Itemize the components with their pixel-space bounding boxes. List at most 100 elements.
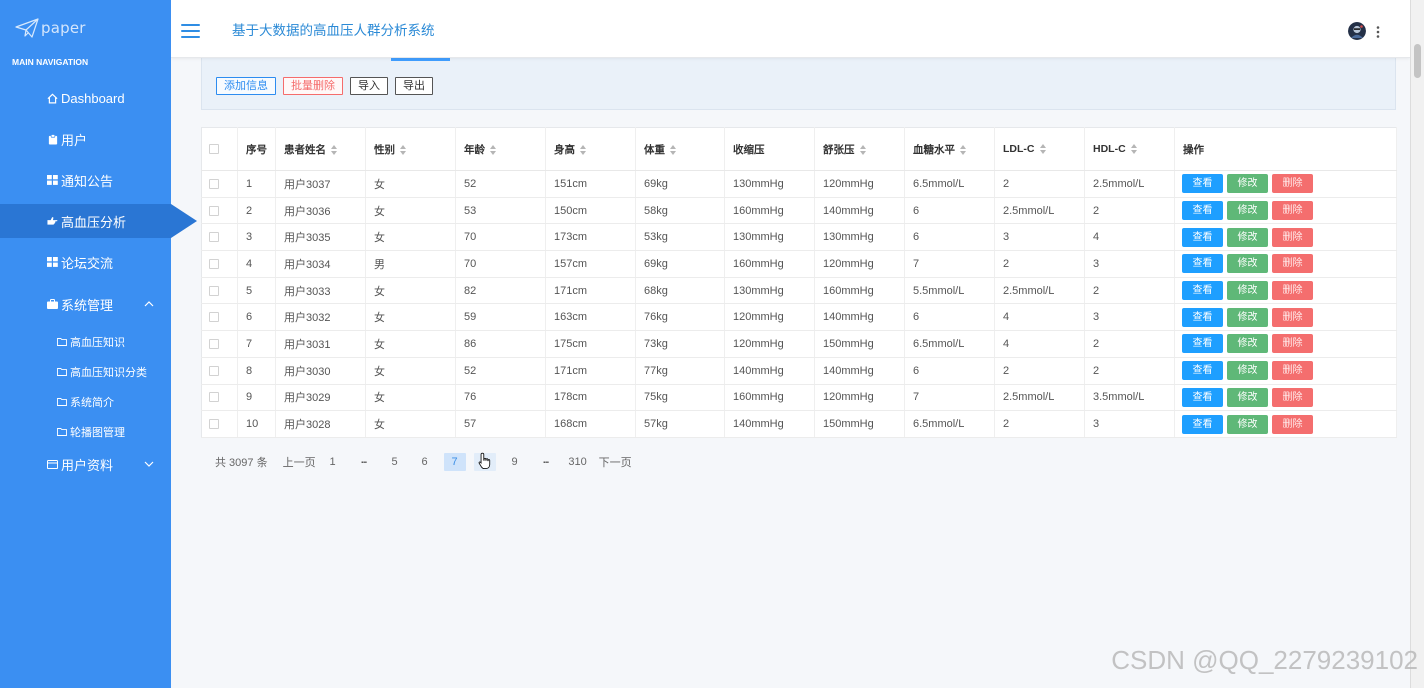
sort-icon[interactable] (960, 144, 967, 155)
view-button[interactable]: 查看 (1182, 334, 1223, 354)
select-all-checkbox[interactable] (209, 144, 219, 155)
column-header-label: 患者姓名 (284, 143, 326, 156)
pagination-page[interactable]: 6 (414, 453, 436, 471)
delete-button[interactable]: 删除 (1272, 281, 1313, 301)
column-header-gender[interactable]: 性别 (365, 127, 456, 171)
sort-icon[interactable] (490, 144, 497, 155)
sidebar-item-hypertension-analysis[interactable]: 高血压分析 (0, 204, 197, 238)
column-header-label: 血糖水平 (913, 143, 955, 156)
row-checkbox[interactable] (209, 419, 219, 430)
scrollbar-thumb[interactable] (1414, 44, 1421, 78)
pagination-current-page[interactable]: 7 (443, 453, 466, 471)
cell-age: 52 (455, 170, 546, 198)
row-checkbox[interactable] (209, 259, 219, 269)
pagination-page[interactable]: 5 (384, 453, 406, 471)
sort-icon[interactable] (859, 144, 867, 155)
edit-button[interactable]: 修改 (1227, 281, 1268, 301)
sidebar-item-users[interactable]: 用户 (0, 122, 171, 156)
sort-icon[interactable] (1130, 144, 1138, 155)
view-button[interactable]: 查看 (1182, 254, 1223, 274)
chevron-up-icon[interactable] (144, 301, 154, 307)
vertical-scrollbar[interactable] (1410, 0, 1424, 688)
sort-icon[interactable] (400, 144, 407, 155)
column-header-weight[interactable]: 体重 (635, 127, 725, 171)
sidebar-subitem-system-intro[interactable]: 系统简介 (0, 388, 171, 416)
row-checkbox[interactable] (209, 178, 219, 189)
sort-icon[interactable] (670, 144, 677, 155)
edit-button[interactable]: 修改 (1227, 227, 1268, 247)
sidebar-item-forum[interactable]: 论坛交流 (0, 245, 171, 279)
sidebar-subitem-knowledge-category[interactable]: 高血压知识分类 (0, 358, 171, 386)
cell-height: 173cm (545, 223, 636, 252)
export-button[interactable]: 导出 (395, 77, 433, 95)
cell-blood-glucose: 5.5mmol/L (904, 277, 995, 305)
row-checkbox[interactable] (209, 339, 219, 350)
edit-button[interactable]: 修改 (1227, 334, 1268, 354)
hamburger-icon[interactable] (181, 24, 200, 38)
sidebar-item-notices[interactable]: 通知公告 (0, 163, 171, 197)
view-button[interactable]: 查看 (1182, 387, 1223, 407)
delete-button[interactable]: 删除 (1272, 227, 1313, 247)
view-button[interactable]: 查看 (1182, 174, 1223, 194)
pagination-next-button[interactable]: 下一页 (599, 454, 632, 470)
row-checkbox[interactable] (209, 312, 219, 323)
cell-systolic-bp: 120mmHg (724, 330, 815, 358)
pagination-prev-button[interactable]: 上一页 (283, 454, 316, 470)
delete-button[interactable]: 删除 (1272, 307, 1313, 327)
edit-button[interactable]: 修改 (1227, 254, 1268, 274)
row-checkbox[interactable] (209, 392, 219, 403)
pagination-page-hovered[interactable] (473, 452, 496, 471)
view-button[interactable]: 查看 (1182, 281, 1223, 301)
chevron-down-icon[interactable] (144, 461, 154, 467)
more-vertical-icon[interactable] (1374, 25, 1382, 38)
avatar[interactable] (1348, 22, 1366, 40)
row-checkbox[interactable] (209, 365, 219, 376)
delete-button[interactable]: 删除 (1272, 387, 1313, 407)
sidebar-item-system-management[interactable]: 系统管理 (0, 287, 171, 321)
row-checkbox[interactable] (209, 205, 219, 216)
pagination-page[interactable]: 1 (322, 453, 344, 471)
edit-button[interactable]: 修改 (1227, 361, 1268, 381)
column-header-diastolic-bp[interactable]: 舒张压 (814, 127, 905, 171)
column-header-height[interactable]: 身高 (545, 127, 636, 171)
column-header-ldl-c[interactable]: LDL-C (994, 127, 1085, 171)
column-header-blood-glucose[interactable]: 血糖水平 (904, 127, 995, 171)
delete-button[interactable]: 删除 (1272, 254, 1313, 274)
add-info-button[interactable]: 添加信息 (216, 77, 276, 95)
cell-blood-glucose: 6.5mmol/L (904, 410, 995, 438)
import-button[interactable]: 导入 (350, 77, 388, 95)
sidebar-subitem-carousel-management[interactable]: 轮播图管理 (0, 418, 171, 446)
view-button[interactable]: 查看 (1182, 227, 1223, 247)
view-button[interactable]: 查看 (1182, 414, 1223, 434)
delete-button[interactable]: 删除 (1272, 201, 1313, 221)
sort-icon[interactable] (331, 144, 338, 155)
edit-button[interactable]: 修改 (1227, 174, 1268, 194)
view-button[interactable]: 查看 (1182, 307, 1223, 327)
edit-button[interactable]: 修改 (1227, 201, 1268, 221)
sidebar-item-dashboard[interactable]: Dashboard (0, 81, 171, 115)
delete-button[interactable]: 删除 (1272, 334, 1313, 354)
column-header-patient-name[interactable]: 患者姓名 (275, 127, 366, 171)
edit-button[interactable]: 修改 (1227, 307, 1268, 327)
column-header-systolic-bp: 收缩压 (724, 127, 815, 171)
view-button[interactable]: 查看 (1182, 201, 1223, 221)
delete-button[interactable]: 删除 (1272, 174, 1313, 194)
edit-button[interactable]: 修改 (1227, 387, 1268, 407)
sort-icon[interactable] (580, 144, 587, 155)
sort-icon[interactable] (1039, 144, 1047, 155)
home-icon (47, 93, 58, 104)
row-checkbox[interactable] (209, 232, 219, 243)
logo[interactable]: paper (15, 17, 86, 39)
pagination-page[interactable]: 9 (504, 453, 526, 471)
batch-delete-button[interactable]: 批量删除 (283, 77, 343, 95)
pagination-page[interactable]: 310 (566, 453, 590, 471)
delete-button[interactable]: 删除 (1272, 361, 1313, 381)
row-checkbox[interactable] (209, 285, 219, 296)
edit-button[interactable]: 修改 (1227, 414, 1268, 434)
sidebar-item-user-profile[interactable]: 用户资料 (0, 447, 171, 481)
column-header-age[interactable]: 年龄 (455, 127, 546, 171)
sidebar-subitem-hypertension-knowledge[interactable]: 高血压知识 (0, 328, 171, 356)
delete-button[interactable]: 删除 (1272, 414, 1313, 434)
view-button[interactable]: 查看 (1182, 361, 1223, 381)
column-header-hdl-c[interactable]: HDL-C (1084, 127, 1175, 171)
